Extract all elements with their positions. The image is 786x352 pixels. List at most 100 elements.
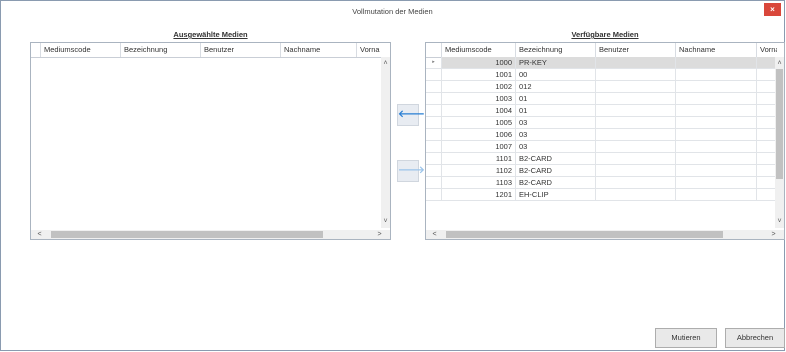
table-row[interactable]: 1101 B2-CARD [426,153,777,165]
horizontal-scroll-thumb[interactable] [446,231,723,238]
cell-vorname [757,81,777,92]
move-to-available-button[interactable]: 🡒 [397,160,425,182]
horizontal-scrollbar[interactable]: < > [31,230,390,239]
column-header-benutzer[interactable]: Benutzer [596,43,676,57]
vertical-scrollbar[interactable]: ˄ ˅ [775,57,784,228]
cell-mediumscode: 1102 [442,165,516,176]
cell-mediumscode: 1005 [442,117,516,128]
scroll-right-icon[interactable]: > [769,230,778,239]
table-row[interactable]: 1002 012 [426,81,777,93]
mutieren-button[interactable]: Mutieren [655,328,717,348]
title-bar: Vollmutation der Medien × [1,1,784,21]
cell-benutzer [596,129,676,140]
table-row[interactable]: 1004 01 [426,105,777,117]
vertical-scrollbar[interactable]: ˄ ˅ [381,57,390,228]
row-indicator[interactable] [426,105,442,116]
cell-vorname [757,153,777,164]
cell-nachname [676,81,757,92]
cell-vorname [757,129,777,140]
selected-media-grid[interactable]: Mediumscode Bezeichnung Benutzer Nachnam… [30,42,391,240]
table-row[interactable]: 1005 03 [426,117,777,129]
row-indicator[interactable] [426,165,442,176]
row-indicator[interactable] [426,189,442,200]
arrow-right-icon: 🡒 [398,165,425,176]
available-media-grid[interactable]: Mediumscode Bezeichnung Benutzer Nachnam… [425,42,785,240]
cell-nachname [676,93,757,104]
cell-bezeichnung: PR-KEY [516,57,596,68]
table-row[interactable]: 1006 03 [426,129,777,141]
cell-benutzer [596,165,676,176]
column-header-vorname[interactable]: Vorna [757,43,777,57]
vertical-scroll-thumb[interactable] [776,69,783,179]
scroll-up-icon[interactable]: ˄ [381,59,390,68]
row-indicator[interactable] [426,81,442,92]
row-indicator[interactable] [426,177,442,188]
column-header-vorname[interactable]: Vorna [357,43,384,57]
abbrechen-button[interactable]: Abbrechen [725,328,785,348]
scroll-up-icon[interactable]: ˄ [775,59,784,68]
row-indicator[interactable] [426,141,442,152]
cell-benutzer [596,117,676,128]
horizontal-scrollbar[interactable]: < > [426,230,784,239]
cell-benutzer [596,57,676,68]
table-row[interactable]: 1001 00 [426,69,777,81]
cell-mediumscode: 1003 [442,93,516,104]
cell-mediumscode: 1006 [442,129,516,140]
column-header-mediumscode[interactable]: Mediumscode [442,43,516,57]
cell-mediumscode: 1000 [442,57,516,68]
row-indicator[interactable] [426,93,442,104]
table-row[interactable]: 1003 01 [426,93,777,105]
cell-nachname [676,177,757,188]
cell-bezeichnung: 012 [516,81,596,92]
column-header-mediumscode[interactable]: Mediumscode [41,43,121,57]
column-header-nachname[interactable]: Nachname [676,43,757,57]
row-indicator[interactable] [426,117,442,128]
cell-nachname [676,117,757,128]
cell-mediumscode: 1001 [442,69,516,80]
scroll-right-icon[interactable]: > [375,230,384,239]
table-row[interactable]: 1103 B2-CARD [426,177,777,189]
column-header-bezeichnung[interactable]: Bezeichnung [516,43,596,57]
row-indicator[interactable] [426,129,442,140]
table-row[interactable]: 1201 EH-CLIP [426,189,777,201]
cell-mediumscode: 1007 [442,141,516,152]
horizontal-scroll-thumb[interactable] [51,231,323,238]
close-button[interactable]: × [764,3,781,16]
scroll-down-icon[interactable]: ˅ [381,217,390,226]
cell-vorname [757,69,777,80]
column-header-bezeichnung[interactable]: Bezeichnung [121,43,201,57]
table-row[interactable]: 1102 B2-CARD [426,165,777,177]
arrow-left-icon: 🡐 [398,109,425,120]
scroll-left-icon[interactable]: < [430,230,439,239]
cell-bezeichnung: 03 [516,129,596,140]
cell-bezeichnung: 03 [516,141,596,152]
cell-nachname [676,165,757,176]
cell-mediumscode: 1103 [442,177,516,188]
cell-nachname [676,57,757,68]
cell-mediumscode: 1004 [442,105,516,116]
row-indicator[interactable] [426,69,442,80]
cell-mediumscode: 1101 [442,153,516,164]
row-indicator[interactable]: ▸ [426,57,442,68]
column-header-benutzer[interactable]: Benutzer [201,43,281,57]
row-indicator[interactable] [426,153,442,164]
scroll-left-icon[interactable]: < [35,230,44,239]
right-panel-title: Verfügbare Medien [571,30,639,39]
cell-bezeichnung: B2-CARD [516,165,596,176]
cell-bezeichnung: EH-CLIP [516,189,596,200]
move-to-selected-button[interactable]: 🡐 [397,104,425,126]
cell-benutzer [596,105,676,116]
grid-header: Mediumscode Bezeichnung Benutzer Nachnam… [31,43,390,58]
column-header-nachname[interactable]: Nachname [281,43,357,57]
cell-nachname [676,189,757,200]
cell-benutzer [596,93,676,104]
cell-bezeichnung: B2-CARD [516,177,596,188]
cell-mediumscode: 1201 [442,189,516,200]
row-selector-header [31,43,41,57]
window-title: Vollmutation der Medien [352,7,433,16]
cell-vorname [757,165,777,176]
cell-bezeichnung: B2-CARD [516,153,596,164]
scroll-down-icon[interactable]: ˅ [775,217,784,226]
table-row[interactable]: 1007 03 [426,141,777,153]
table-row[interactable]: ▸ 1000 PR-KEY [426,57,777,69]
